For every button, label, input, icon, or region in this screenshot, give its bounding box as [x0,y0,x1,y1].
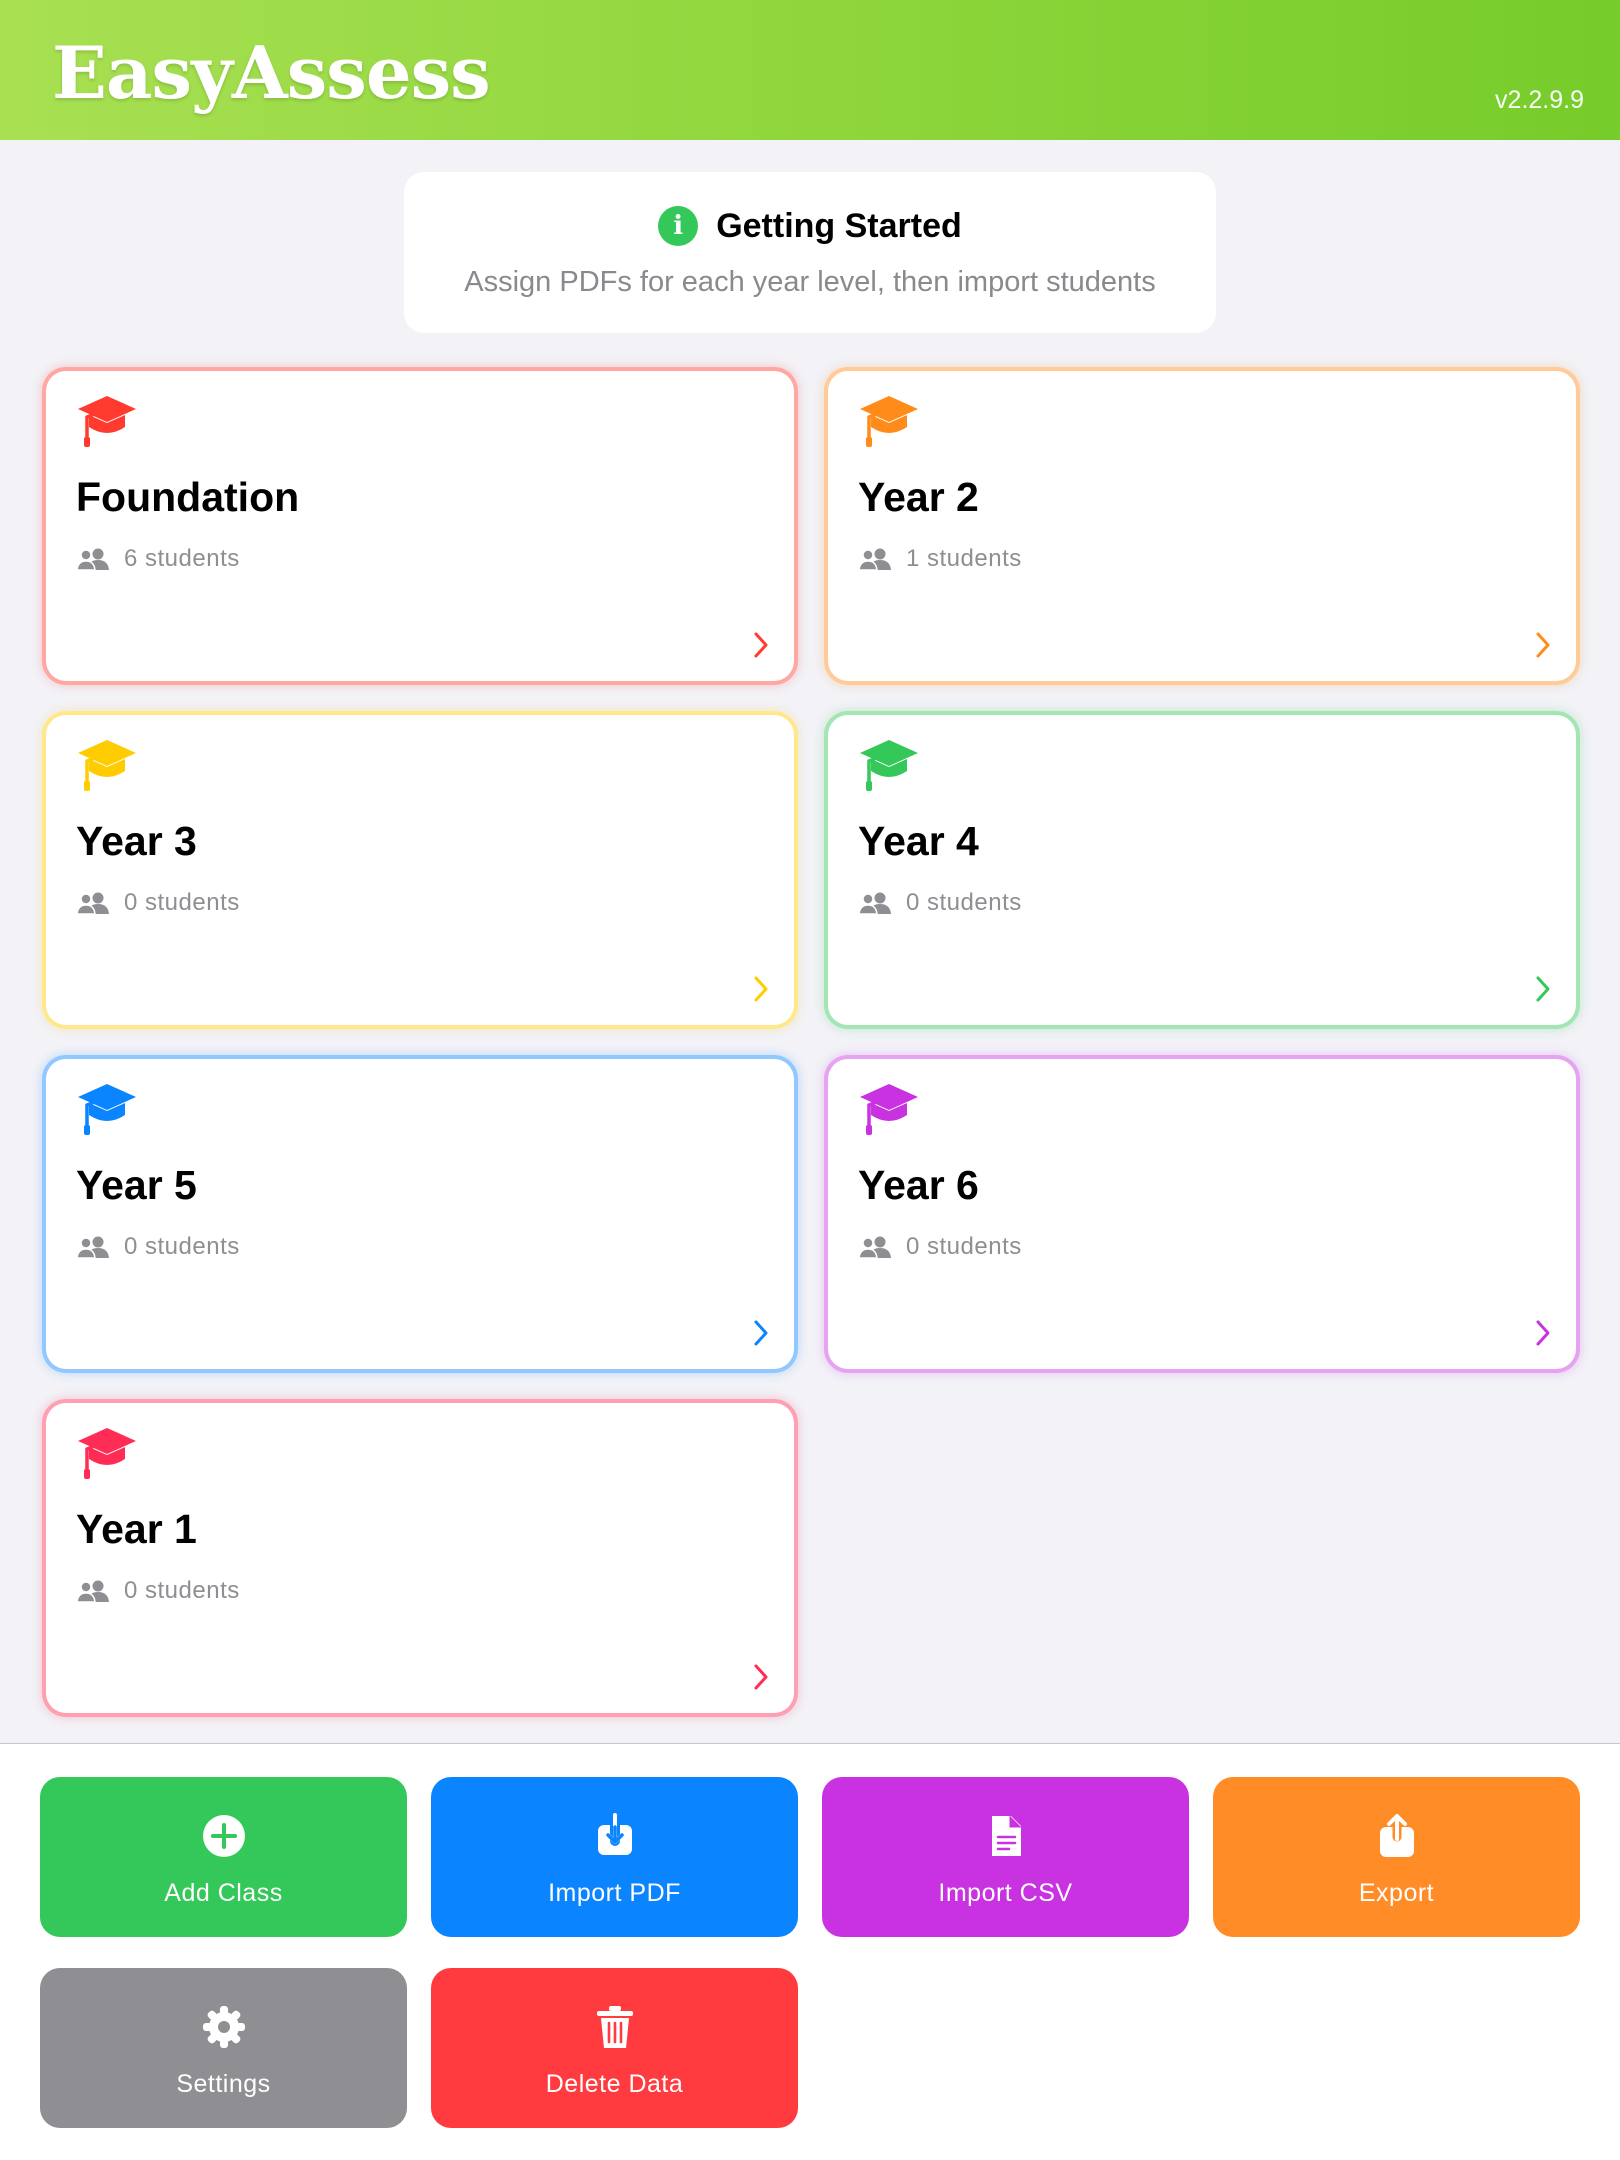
getting-started-subtitle: Assign PDFs for each year level, then im… [464,266,1156,298]
button-label: Settings [176,2070,271,2098]
graduation-cap-icon [860,1084,918,1135]
share-icon [1379,1813,1414,1857]
graduation-cap-icon [860,396,918,447]
people-icon [76,1580,109,1603]
chevron-right-icon [1536,976,1550,1002]
graduation-cap-icon [78,396,136,447]
student-count-row: 0 students [76,889,240,917]
trash-icon [596,2006,633,2048]
student-count-row: 0 students [858,1233,1022,1261]
gear-icon [202,2006,245,2048]
student-count-row: 6 students [76,545,240,573]
people-icon [858,1236,891,1259]
student-count-row: 1 students [858,545,1022,573]
class-card[interactable]: Year 5 0 students [42,1055,798,1373]
delete-data-button[interactable]: Delete Data [431,1968,798,2128]
class-name: Year 1 [76,1506,197,1552]
chevron-right-icon [754,1320,768,1346]
people-icon [76,548,109,571]
button-label: Import CSV [938,1879,1073,1907]
app-header: EasyAssess v2.2.9.9 [0,0,1620,140]
add-class-button[interactable]: Add Class [40,1777,407,1937]
button-label: Import PDF [548,1879,681,1907]
student-count: 1 students [906,545,1022,572]
class-card[interactable]: Foundation 6 students [42,367,798,685]
class-card[interactable]: Year 6 0 students [824,1055,1580,1373]
class-name: Year 3 [76,818,197,864]
download-tray-icon [597,1813,632,1855]
graduation-cap-icon [78,1428,136,1479]
class-name: Year 2 [858,474,979,520]
graduation-cap-icon [860,740,918,791]
class-name: Year 5 [76,1162,197,1208]
people-icon [858,892,891,915]
import-csv-button[interactable]: Import CSV [822,1777,1189,1937]
action-bar: Add Class Import PDF Import CSV Export S… [0,1743,1620,2160]
class-card[interactable]: Year 3 0 students [42,711,798,1029]
graduation-cap-icon [78,1084,136,1135]
student-count: 6 students [124,545,240,572]
button-label: Export [1358,1879,1435,1907]
class-card[interactable]: Year 1 0 students [42,1399,798,1717]
class-name: Year 4 [858,818,979,864]
student-count-row: 0 students [858,889,1022,917]
import-pdf-button[interactable]: Import PDF [431,1777,798,1937]
settings-button[interactable]: Settings [40,1968,407,2128]
getting-started-card: i Getting Started Assign PDFs for each y… [404,172,1216,333]
graduation-cap-icon [78,740,136,791]
chevron-right-icon [754,632,768,658]
student-count: 0 students [906,1233,1022,1260]
button-label: Add Class [164,1879,283,1907]
student-count: 0 students [124,1233,240,1260]
student-count-row: 0 students [76,1577,240,1605]
class-name: Year 6 [858,1162,979,1208]
student-count: 0 students [124,889,240,916]
version-label: v2.2.9.9 [1495,86,1584,114]
chevron-right-icon [1536,1320,1550,1346]
button-label: Delete Data [545,2070,684,2098]
people-icon [76,1236,109,1259]
people-icon [858,548,891,571]
export-button[interactable]: Export [1213,1777,1580,1937]
app-logo: EasyAssess [52,30,491,115]
document-icon [991,1816,1021,1856]
class-card[interactable]: Year 2 1 students [824,367,1580,685]
chevron-right-icon [1536,632,1550,658]
student-count: 0 students [906,889,1022,916]
student-count: 0 students [124,1577,240,1604]
student-count-row: 0 students [76,1233,240,1261]
class-card[interactable]: Year 4 0 students [824,711,1580,1029]
class-name: Foundation [76,474,300,520]
getting-started-title: Getting Started [716,206,962,245]
people-icon [76,892,109,915]
plus-circle-icon [202,1815,245,1857]
chevron-right-icon [754,1664,768,1690]
chevron-right-icon [754,976,768,1002]
info-icon: i [658,206,699,246]
